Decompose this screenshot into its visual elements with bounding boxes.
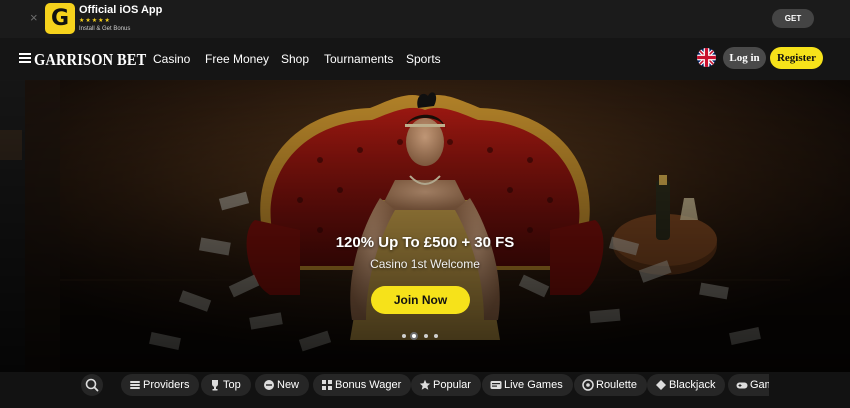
- carousel-dot[interactable]: [424, 334, 428, 338]
- brand-logo[interactable]: GARRISON BET: [34, 50, 146, 70]
- nav-casino[interactable]: Casino: [153, 52, 190, 66]
- close-icon[interactable]: ×: [30, 11, 40, 25]
- category-roulette[interactable]: Roulette: [574, 374, 647, 396]
- app-title: Official iOS App: [79, 4, 163, 16]
- category-top[interactable]: Top: [201, 374, 251, 396]
- gamepad-icon: [736, 382, 748, 389]
- category-new[interactable]: New: [255, 374, 310, 396]
- hero-banner[interactable]: 120% Up To £500 + 30 FS Casino 1st Welco…: [0, 80, 850, 372]
- nav-free-money[interactable]: Free Money: [205, 52, 269, 66]
- nav-tournaments[interactable]: Tournaments: [324, 52, 393, 66]
- category-bonus-wager[interactable]: Bonus Wager: [313, 374, 412, 396]
- register-button[interactable]: Register: [770, 47, 823, 69]
- promo-subtitle: Casino 1st Welcome: [370, 257, 480, 271]
- uk-flag-icon[interactable]: [697, 48, 716, 67]
- hero-artwork: [0, 80, 850, 372]
- category-popular[interactable]: Popular: [411, 374, 481, 396]
- app-logo: G: [45, 3, 75, 34]
- carousel-dot[interactable]: [402, 334, 406, 338]
- get-app-button[interactable]: GET: [772, 9, 814, 28]
- category-label: Top: [223, 379, 241, 391]
- category-label: Gam: [750, 379, 769, 391]
- app-subtitle: Install & Get Bonus: [79, 26, 131, 32]
- category-bar: Providers Top New Bonus Wager Popular Li…: [0, 372, 850, 408]
- category-label: New: [277, 379, 300, 391]
- category-label: Roulette: [596, 379, 637, 391]
- live-tv-icon: [490, 381, 502, 389]
- login-button[interactable]: Log in: [723, 47, 766, 69]
- carousel-pagination: [400, 332, 440, 340]
- star-icon: [419, 379, 431, 390]
- carousel-dot[interactable]: [434, 334, 438, 338]
- category-label: Popular: [433, 379, 471, 391]
- search-icon: [85, 378, 99, 392]
- category-label: Blackjack: [669, 379, 716, 391]
- search-button[interactable]: [81, 374, 103, 396]
- join-now-button[interactable]: Join Now: [371, 286, 470, 314]
- grid-icon: [322, 380, 332, 390]
- category-games[interactable]: Gam: [728, 374, 769, 396]
- promo-headline: 120% Up To £500 + 30 FS: [335, 234, 515, 251]
- site-header: GARRISON BET Casino Free Money Shop Tour…: [0, 38, 850, 80]
- providers-icon: [130, 381, 140, 389]
- hamburger-menu-icon[interactable]: [19, 53, 31, 63]
- trophy-icon: [212, 380, 218, 391]
- roulette-icon: [582, 379, 594, 391]
- category-label: Bonus Wager: [335, 379, 402, 391]
- new-badge-icon: [264, 380, 274, 390]
- category-label: Live Games: [504, 379, 563, 391]
- carousel-dot-active[interactable]: [410, 332, 418, 340]
- app-install-banner: × G Official iOS App ★★★★★ Install & Get…: [0, 0, 850, 38]
- blackjack-icon: [656, 380, 666, 390]
- category-blackjack[interactable]: Blackjack: [647, 374, 726, 396]
- rating-stars: ★★★★★: [79, 18, 111, 24]
- nav-shop[interactable]: Shop: [281, 52, 309, 66]
- category-label: Providers: [143, 379, 190, 391]
- category-providers[interactable]: Providers: [121, 374, 200, 396]
- category-live-games[interactable]: Live Games: [482, 374, 573, 396]
- nav-sports[interactable]: Sports: [406, 52, 441, 66]
